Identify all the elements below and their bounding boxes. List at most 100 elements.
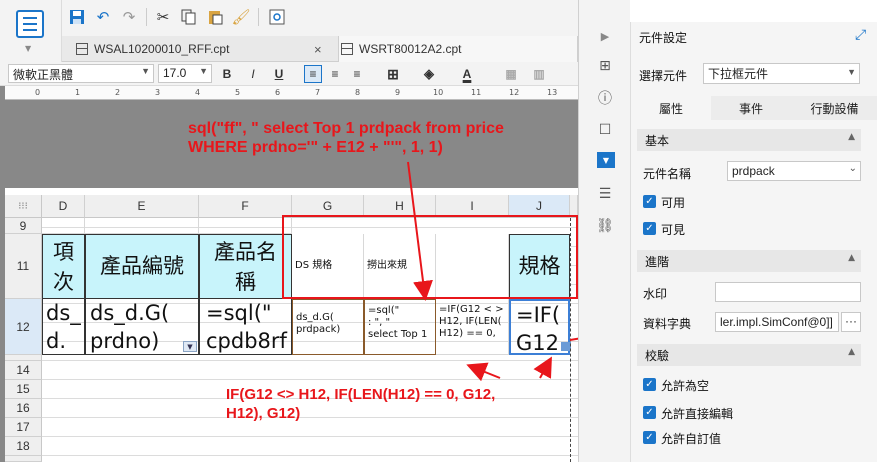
save-icon[interactable]	[66, 6, 88, 28]
tab-properties[interactable]: 屬性	[631, 96, 711, 120]
row-header-9[interactable]: 9	[5, 218, 42, 234]
copy-icon[interactable]	[178, 6, 200, 28]
cell-d9[interactable]	[42, 218, 85, 234]
hyperlink-icon[interactable]: ⛓	[596, 218, 614, 234]
section-basic[interactable]: 基本 ▲	[637, 129, 861, 151]
cell-f9[interactable]	[199, 218, 292, 234]
highlight-box	[282, 215, 578, 299]
column-header-e[interactable]: E	[85, 195, 199, 218]
ruler-mark: 3	[155, 88, 161, 97]
row-header-16[interactable]: 16	[5, 399, 42, 418]
align-center-icon[interactable]: ≡	[326, 65, 344, 83]
italic-button[interactable]: I	[244, 65, 262, 83]
cell-i12[interactable]: =IF(G12 < > H12, IF(LEN( H12) == 0,	[436, 299, 509, 355]
row-header-14[interactable]: 14	[5, 361, 42, 380]
tab-events[interactable]: 事件	[711, 96, 791, 120]
allow-direct-edit-checkbox[interactable]: ✓	[643, 406, 656, 419]
row-header-18[interactable]: 18	[5, 437, 42, 456]
split-cells-icon[interactable]: ▥	[530, 65, 548, 83]
row-header-12[interactable]: 12	[5, 299, 42, 355]
close-icon[interactable]: ×	[314, 42, 322, 57]
ruler-mark: 1	[75, 88, 81, 97]
paste-icon[interactable]	[204, 6, 226, 28]
data-dictionary-button[interactable]: ···	[841, 312, 861, 332]
cell-h12[interactable]: =sql(" : ", " select Top 1	[364, 299, 436, 355]
allow-custom-checkbox[interactable]: ✓	[643, 431, 656, 444]
row-header-11[interactable]: 11	[5, 234, 42, 299]
annotation-line: WHERE prdno='" + E12 + "'", 1, 1)	[188, 139, 443, 156]
data-dictionary-label: 資料字典	[643, 317, 692, 331]
template-icon[interactable]: ⊞	[597, 58, 613, 74]
cell-e11[interactable]: 產品編號	[85, 234, 199, 299]
font-family-select[interactable]: 微軟正黑體 ▼	[8, 64, 154, 83]
border-icon[interactable]: ⊞	[384, 65, 402, 83]
condition-icon[interactable]: ☰	[597, 186, 613, 202]
enabled-label: 可用	[661, 196, 686, 210]
cell-d12[interactable]: ds_ d.	[42, 299, 85, 355]
toolbar-separator	[146, 8, 147, 26]
text-color-button[interactable]: A	[458, 65, 476, 83]
annotation-line: H12), G12)	[226, 405, 301, 422]
allow-empty-checkbox[interactable]: ✓	[643, 378, 656, 391]
enabled-checkbox[interactable]: ✓	[643, 195, 656, 208]
report-file-icon	[341, 43, 353, 55]
widget-type-select[interactable]: 下拉框元件 ▼	[703, 63, 860, 84]
collapse-icon: ▲	[848, 253, 855, 263]
data-dictionary-input[interactable]: ler.impl.SimConf@0]]	[715, 312, 839, 332]
bold-button[interactable]: B	[218, 65, 236, 83]
sql-annotation: sql("ff", " select Top 1 prdpack from pr…	[188, 119, 504, 157]
select-all-corner[interactable]: ⁝⁝⁝	[5, 195, 42, 218]
redo-icon[interactable]: ↷	[118, 6, 140, 28]
frame-icon[interactable]: ☐	[597, 122, 613, 138]
section-title: 校驗	[645, 349, 670, 363]
cell-e9[interactable]	[85, 218, 199, 234]
tab-wsrt[interactable]: WSRT80012A2.cpt	[338, 36, 578, 62]
visible-checkbox[interactable]: ✓	[643, 222, 656, 235]
ruler-mark: 6	[275, 88, 281, 97]
collapse-arrow-icon[interactable]: ▶	[597, 28, 613, 44]
fill-color-icon[interactable]: ◈	[420, 65, 438, 83]
row-header-19[interactable]	[5, 456, 42, 462]
section-validate[interactable]: 校驗 ▲	[637, 344, 861, 366]
widget-settings-icon[interactable]: ▼	[597, 152, 615, 168]
select-widget-label: 選擇元件	[639, 69, 688, 83]
underline-button[interactable]: U	[270, 65, 288, 83]
cell-f12[interactable]: =sql(" cpdb8rf	[199, 299, 292, 355]
cell-f11[interactable]: 產品名 稱	[199, 234, 292, 299]
allow-custom-label: 允許自訂值	[661, 432, 722, 446]
row-header-15[interactable]: 15	[5, 380, 42, 399]
dropdown-icon[interactable]: ▼	[183, 341, 197, 352]
tab-bar: WSAL10200010_RFF.cpt × WSRT80012A2.cpt	[62, 36, 578, 62]
section-title: 進階	[645, 255, 670, 269]
font-size-value: 17.0	[163, 66, 187, 80]
app-logo-icon[interactable]	[16, 10, 44, 38]
expand-icon[interactable]: ⤢	[855, 27, 866, 43]
chevron-down-icon[interactable]: ▼	[25, 44, 31, 53]
undo-icon[interactable]: ↶	[92, 6, 114, 28]
cell-d11[interactable]: 項 次	[42, 234, 85, 299]
chevron-down-icon: ▼	[141, 66, 150, 76]
row-header-17[interactable]: 17	[5, 418, 42, 437]
widget-name-input[interactable]: prdpack ⌄	[727, 161, 861, 181]
cell-g12[interactable]: ds_d.G( prdpack)	[292, 299, 364, 355]
cut-icon[interactable]: ✂	[152, 6, 174, 28]
section-advanced[interactable]: 進階 ▲	[637, 250, 861, 272]
column-header-f[interactable]: F	[199, 195, 292, 218]
column-header-d[interactable]: D	[42, 195, 85, 218]
visible-label: 可見	[661, 223, 686, 237]
format-painter-icon[interactable]: 🖌	[230, 6, 252, 28]
side-icon-strip: ▶ ⊞ ⓘ ☐ ▼ ☰ ⛓	[578, 0, 630, 462]
preview-icon[interactable]	[266, 6, 288, 28]
font-size-select[interactable]: 17.0 ▼	[158, 64, 212, 83]
chevron-down-icon: ▼	[847, 67, 856, 77]
tab-wsal[interactable]: WSAL10200010_RFF.cpt ×	[76, 36, 328, 62]
cell-attr-icon[interactable]: ⓘ	[597, 90, 613, 107]
sheet-top-gap	[5, 188, 578, 195]
tab-mobile[interactable]: 行動設備	[791, 96, 877, 120]
ruler-mark: 13	[547, 88, 558, 97]
cell-e12[interactable]: ds_d.G( prdno)	[85, 299, 199, 355]
watermark-input[interactable]	[715, 282, 861, 302]
align-left-icon[interactable]: ≡	[304, 65, 322, 83]
align-right-icon[interactable]: ≡	[348, 65, 366, 83]
merge-cells-icon[interactable]: ▦	[502, 65, 520, 83]
